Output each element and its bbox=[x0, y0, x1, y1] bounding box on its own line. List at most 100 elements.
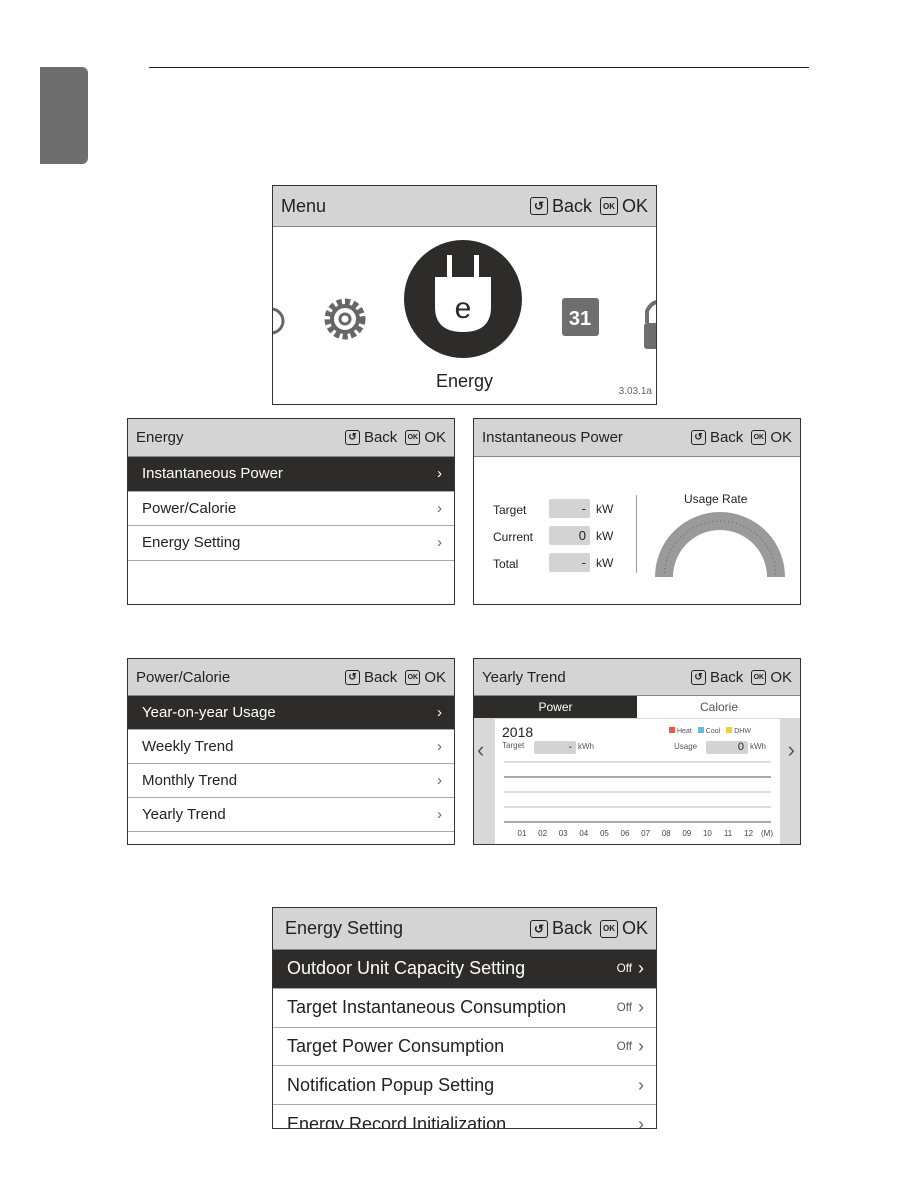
tab-calorie[interactable]: Calorie bbox=[637, 696, 800, 718]
screen-header: Instantaneous Power ↺ Back OK OK bbox=[474, 419, 800, 457]
back-arrow-icon: ↺ bbox=[690, 430, 706, 445]
list-item-label: Monthly Trend bbox=[142, 772, 238, 789]
screen-header: Yearly Trend ↺ Back OK OK bbox=[474, 659, 800, 696]
chevron-right-icon: › bbox=[638, 997, 644, 1018]
ok-button[interactable]: OK OK bbox=[405, 429, 446, 446]
divider bbox=[636, 495, 637, 573]
chevron-right-icon: › bbox=[437, 806, 442, 823]
month-tick-label: 04 bbox=[579, 829, 588, 838]
back-arrow-icon: ↺ bbox=[690, 669, 706, 685]
ok-icon: OK bbox=[405, 669, 421, 685]
month-tick-label: 06 bbox=[621, 829, 630, 838]
total-label: Total bbox=[493, 557, 519, 571]
chapter-tab bbox=[40, 67, 88, 164]
ok-icon: OK bbox=[599, 919, 618, 938]
list-item-label: Notification Popup Setting bbox=[287, 1074, 495, 1095]
chevron-right-icon: › bbox=[638, 1035, 644, 1056]
back-arrow-icon: ↺ bbox=[344, 669, 360, 685]
list-item[interactable]: Instantaneous Power › bbox=[128, 457, 454, 492]
list-item[interactable]: Notification Popup Setting › bbox=[273, 1066, 656, 1106]
chart-grid: 01 02 03 04 05 06 07 08 09 10 11 12 (M) bbox=[504, 761, 773, 838]
yearly-trend-screen: Yearly Trend ↺ Back OK OK Power Calorie ‹ … bbox=[473, 658, 801, 845]
chart-panel: 2018 Target - kWh Usage 0 kWh Heat Cool DH… bbox=[495, 719, 780, 844]
chevron-right-icon: › bbox=[437, 772, 442, 789]
energy-screen: Energy ↺ Back OK OK Instantaneous Power › Po… bbox=[127, 418, 455, 605]
month-tick-label: 01 bbox=[518, 829, 527, 838]
usage-rate-gauge bbox=[655, 512, 785, 578]
svg-text:31: 31 bbox=[569, 308, 591, 330]
list-item-label: Yearly Trend bbox=[142, 806, 226, 823]
ok-button[interactable]: OK OK bbox=[405, 669, 446, 686]
calendar-icon[interactable]: 31 bbox=[562, 298, 599, 336]
month-tick-label: 05 bbox=[600, 829, 609, 838]
total-value: - bbox=[549, 553, 590, 572]
list-item-label: Instantaneous Power bbox=[142, 465, 283, 483]
energy-menu-list: Instantaneous Power › Power/Calorie › Energy… bbox=[128, 457, 454, 561]
current-value: 0 bbox=[549, 526, 590, 545]
screen-title: Yearly Trend bbox=[482, 668, 566, 686]
prev-button[interactable]: ‹ bbox=[477, 737, 484, 763]
target-value: - bbox=[549, 499, 590, 518]
list-item[interactable]: Target Instantaneous Consumption Off › bbox=[273, 989, 656, 1028]
list-item[interactable]: Energy Record Initialization › bbox=[273, 1105, 656, 1129]
ok-icon: OK bbox=[751, 669, 767, 685]
screen-header: Energy Setting ↺ Back OK OK bbox=[273, 908, 656, 950]
back-button[interactable]: ↺ Back bbox=[690, 669, 743, 686]
screen-title: Instantaneous Power bbox=[482, 429, 623, 446]
list-item[interactable]: Weekly Trend › bbox=[128, 730, 454, 764]
power-calorie-list: Year-on-year Usage › Weekly Trend › Monthly … bbox=[128, 696, 454, 832]
list-item-value: Off bbox=[616, 962, 632, 976]
gear-icon[interactable] bbox=[324, 298, 366, 340]
back-button[interactable]: ↺ Back bbox=[344, 429, 397, 446]
energy-plug-icon[interactable]: e bbox=[404, 240, 522, 358]
list-item[interactable]: Yearly Trend › bbox=[128, 798, 454, 832]
ok-icon: OK bbox=[599, 197, 618, 215]
lock-icon[interactable] bbox=[644, 300, 657, 349]
back-arrow-icon: ↺ bbox=[529, 197, 548, 215]
total-unit: kW bbox=[596, 556, 614, 570]
ok-button[interactable]: OK OK bbox=[751, 429, 792, 446]
list-item[interactable]: Outdoor Unit Capacity Setting Off › bbox=[273, 950, 656, 989]
svg-text:e: e bbox=[455, 292, 472, 325]
chevron-right-icon: › bbox=[437, 499, 442, 517]
screen-title: Energy Setting bbox=[285, 918, 404, 938]
list-item-label: Year-on-year Usage bbox=[142, 704, 276, 721]
chevron-right-icon: › bbox=[437, 465, 442, 483]
version-text: 3.03.1a bbox=[618, 386, 652, 397]
ok-button[interactable]: OK OK bbox=[751, 669, 792, 686]
list-item-label: Energy Record Initialization bbox=[287, 1113, 507, 1129]
instantaneous-power-screen: Instantaneous Power ↺ Back OK OK Target - … bbox=[473, 418, 801, 605]
header-rule bbox=[149, 67, 809, 68]
list-item-value: Off bbox=[616, 1001, 632, 1015]
list-item[interactable]: Energy Setting › bbox=[128, 526, 454, 561]
current-unit: kW bbox=[596, 529, 614, 543]
ok-button[interactable]: OK OK bbox=[599, 196, 648, 217]
month-tick-label: 08 bbox=[662, 829, 671, 838]
list-item[interactable]: Power/Calorie › bbox=[128, 492, 454, 526]
list-item[interactable]: Year-on-year Usage › bbox=[128, 696, 454, 730]
power-calorie-screen: Power/Calorie ↺ Back OK OK Year-on-year Us… bbox=[127, 658, 455, 845]
next-button[interactable]: › bbox=[788, 737, 795, 763]
back-button[interactable]: ↺ Back bbox=[529, 918, 592, 939]
timer-icon[interactable] bbox=[273, 307, 285, 335]
ok-button[interactable]: OK OK bbox=[599, 918, 648, 939]
screen-header: Power/Calorie ↺ Back OK OK bbox=[128, 659, 454, 696]
month-tick-label: 11 bbox=[724, 829, 733, 838]
back-button[interactable]: ↺ Back bbox=[690, 429, 743, 446]
screen-header: Energy ↺ Back OK OK bbox=[128, 419, 454, 457]
list-item[interactable]: Target Power Consumption Off › bbox=[273, 1028, 656, 1067]
screen-title: Power/Calorie bbox=[136, 668, 231, 686]
target-label: Target bbox=[493, 503, 527, 517]
back-button[interactable]: ↺ Back bbox=[529, 196, 592, 217]
tab-power[interactable]: Power bbox=[474, 696, 637, 718]
screen-title: Energy bbox=[136, 429, 184, 446]
screen-header: Menu ↺ Back OK OK bbox=[273, 186, 656, 227]
chevron-right-icon: › bbox=[437, 738, 442, 755]
list-item-value: Off bbox=[616, 1039, 632, 1053]
list-item-label: Energy Setting bbox=[142, 534, 241, 552]
energy-setting-screen: Energy Setting ↺ Back OK OK Outdoor Unit C… bbox=[272, 907, 657, 1129]
list-item[interactable]: Monthly Trend › bbox=[128, 764, 454, 798]
back-button[interactable]: ↺ Back bbox=[344, 669, 397, 686]
selected-menu-label: Energy bbox=[435, 371, 494, 391]
chevron-right-icon: › bbox=[638, 1113, 644, 1129]
